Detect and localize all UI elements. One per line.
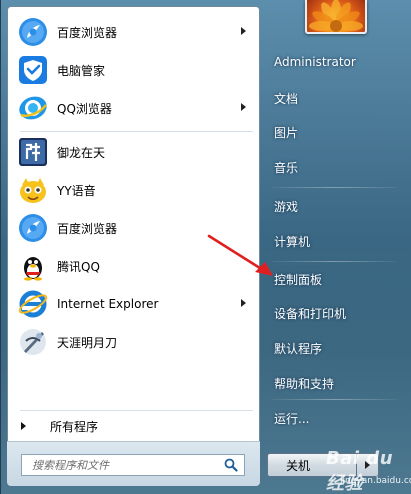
program-label: YY语音 — [57, 183, 96, 198]
right-separator — [272, 187, 397, 188]
right-item-label: 设备和打印机 — [274, 306, 347, 321]
program-label: 电脑管家 — [57, 63, 106, 78]
tianya-mingyuedao-icon — [17, 326, 49, 358]
tencent-pc-manager-icon — [17, 54, 49, 86]
submenu-arrow-icon[interactable] — [241, 27, 246, 35]
program-label: Internet Explorer — [57, 297, 159, 311]
right-item-games[interactable]: 游戏 — [266, 191, 391, 221]
search-input[interactable] — [32, 458, 212, 472]
submenu-arrow-icon[interactable] — [241, 299, 246, 307]
right-item-label: 计算机 — [274, 234, 311, 249]
right-item-control-panel[interactable]: 控制面板 — [266, 264, 391, 294]
program-label: 百度浏览器 — [57, 25, 118, 40]
program-label: 腾讯QQ — [57, 259, 100, 274]
all-programs-button[interactable]: 所有程序 — [17, 414, 255, 438]
right-item-documents[interactable]: 文档 — [266, 83, 391, 113]
shutdown-label: 关机 — [286, 458, 311, 473]
right-item-label: 帮助和支持 — [274, 376, 335, 391]
annotation-arrow-icon — [207, 234, 273, 276]
yy-voice-icon — [17, 174, 49, 206]
program-item-yulong-zaitian[interactable]: 御龙在天 — [13, 133, 256, 171]
right-item-label: 控制面板 — [274, 272, 323, 287]
right-item-pictures[interactable]: 图片 — [266, 117, 391, 147]
qq-penguin-icon — [17, 250, 49, 282]
submenu-arrow-icon[interactable] — [241, 103, 246, 111]
right-item-devices-printers[interactable]: 设备和打印机 — [266, 298, 391, 328]
right-separator — [272, 261, 397, 262]
right-item-run[interactable]: 运行... — [266, 403, 391, 433]
search-box[interactable] — [21, 454, 245, 476]
right-item-label: 默认程序 — [274, 341, 323, 356]
yulong-zaitian-icon — [17, 136, 49, 168]
right-item-label: 文档 — [274, 91, 299, 106]
user-avatar[interactable] — [305, 0, 367, 34]
baidu-browser-icon — [17, 16, 49, 48]
right-item-label: 音乐 — [274, 160, 299, 175]
right-item-music[interactable]: 音乐 — [266, 152, 391, 182]
program-item-yy-voice[interactable]: YY语音 — [13, 171, 256, 209]
baidu-browser-icon — [17, 212, 49, 244]
user-name-label: Administrator — [274, 55, 356, 69]
pinned-separator — [20, 131, 253, 132]
right-item-label: 游戏 — [274, 199, 299, 214]
right-item-help-support[interactable]: 帮助和支持 — [266, 368, 391, 398]
program-label: 御龙在天 — [57, 145, 106, 160]
right-separator — [272, 399, 397, 400]
program-item-tianya-mingyuedao[interactable]: 天涯明月刀 — [13, 323, 256, 361]
search-area — [7, 441, 260, 486]
watermark-brand: Bai du 经验 — [326, 448, 394, 494]
right-item-label: 运行... — [274, 411, 310, 426]
program-label: QQ浏览器 — [57, 101, 112, 116]
program-item-pc-manager[interactable]: 电脑管家 — [13, 51, 256, 89]
right-item-computer[interactable]: 计算机 — [266, 226, 391, 256]
all-programs-separator — [20, 410, 253, 411]
user-name-link[interactable]: Administrator — [266, 47, 391, 77]
program-label: 百度浏览器 — [57, 221, 118, 236]
baidu-jingyan-watermark: Bai du 经验 jingyan.baidu.com — [318, 448, 411, 494]
program-item-baidu-browser[interactable]: 百度浏览器 — [13, 13, 256, 51]
program-item-qq-browser[interactable]: QQ浏览器 — [13, 89, 256, 127]
right-item-label: 图片 — [274, 125, 299, 140]
qq-browser-icon — [17, 92, 49, 124]
internet-explorer-icon — [17, 288, 49, 320]
program-item-internet-explorer[interactable]: Internet Explorer — [13, 285, 256, 323]
right-item-default-programs[interactable]: 默认程序 — [266, 333, 391, 363]
all-programs-label: 所有程序 — [50, 419, 99, 434]
watermark-url: jingyan.baidu.com — [340, 476, 411, 486]
expand-arrow-icon — [21, 422, 26, 430]
program-label: 天涯明月刀 — [57, 335, 118, 350]
search-icon[interactable] — [224, 458, 238, 472]
